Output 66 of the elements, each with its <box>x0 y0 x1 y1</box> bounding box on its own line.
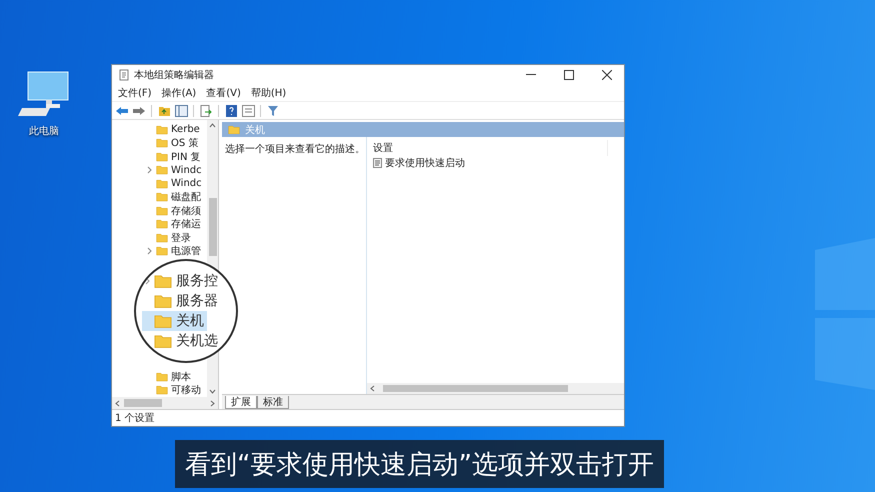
folder-icon <box>156 372 168 382</box>
folder-icon <box>156 232 168 243</box>
header-title: 关机 <box>245 124 265 136</box>
tree-item[interactable]: OS 策 <box>112 136 207 150</box>
folder-icon <box>156 178 168 189</box>
scrollbar-thumb[interactable] <box>124 399 162 407</box>
tree-item[interactable]: 电源管 <box>112 244 207 258</box>
tree-item[interactable]: 脚本 <box>112 370 207 384</box>
setting-item[interactable]: 要求使用快速启动 <box>367 156 624 169</box>
tree-item[interactable]: 登录 <box>112 231 207 244</box>
desktop-shortcut[interactable]: 此电脑 <box>8 70 80 138</box>
folder-icon <box>154 294 172 308</box>
tree-item[interactable]: 关机 <box>142 311 207 331</box>
tree-item[interactable]: 可移动 <box>112 384 207 397</box>
folder-icon <box>156 138 168 148</box>
menu-item[interactable]: 查看(V) <box>206 86 241 100</box>
scroll-right-icon[interactable] <box>210 400 215 406</box>
subtitle-caption: 看到“要求使用快速启动”选项并双击打开 <box>175 440 664 488</box>
folder-icon <box>156 152 168 162</box>
view-tab[interactable]: 标准 <box>257 396 289 409</box>
properties-icon[interactable] <box>241 104 255 118</box>
tree-item[interactable]: 关机选 <box>142 331 221 351</box>
window-title: 本地组策略编辑器 <box>134 68 215 82</box>
folder-icon <box>228 124 240 134</box>
tree-item[interactable]: 磁盘配 <box>112 190 207 204</box>
chevron-icon <box>147 247 152 256</box>
scroll-left-icon[interactable] <box>370 385 375 392</box>
scrollbar-thumb[interactable] <box>208 198 216 256</box>
tree-item[interactable]: Windc <box>112 177 207 190</box>
tree-item[interactable]: 存储运 <box>112 218 207 231</box>
help-icon[interactable] <box>224 104 238 118</box>
maximize-icon <box>564 70 574 80</box>
scroll-up-icon[interactable] <box>209 123 216 128</box>
filter-icon[interactable] <box>266 104 280 118</box>
menu-item[interactable]: 文件(F) <box>118 86 152 100</box>
folder-icon <box>154 334 172 348</box>
folder-icon <box>156 192 168 202</box>
column-header[interactable]: 设置 <box>367 140 608 156</box>
tree-item[interactable]: 服务器 <box>142 291 221 311</box>
minimize-icon <box>526 74 536 75</box>
folder-icon <box>154 274 172 288</box>
folder-icon <box>156 165 168 176</box>
tree-item[interactable]: 服务控 <box>142 271 221 291</box>
view-tab[interactable]: 扩展 <box>225 396 257 409</box>
policy-icon <box>373 158 382 168</box>
folder-icon <box>156 246 168 256</box>
export-icon[interactable] <box>199 104 213 118</box>
folder-icon <box>156 124 168 135</box>
tree-item[interactable]: PIN 复 <box>112 150 207 164</box>
folder-icon <box>154 314 172 328</box>
chevron-icon <box>147 166 152 174</box>
tree-item[interactable]: Kerbe <box>112 123 207 136</box>
app-icon <box>118 68 130 80</box>
scroll-left-icon[interactable] <box>115 400 120 406</box>
tree-item[interactable]: Windc <box>112 164 207 177</box>
folder-icon <box>156 206 168 216</box>
description-text: 选择一个项目来查看它的描述。 <box>224 142 366 157</box>
menu-item[interactable]: 帮助(H) <box>250 86 286 100</box>
tree-view-icon[interactable] <box>174 104 188 118</box>
close-icon <box>602 70 612 80</box>
tree-item[interactable]: 存储须 <box>112 204 207 218</box>
chevron-icon <box>145 277 150 285</box>
scrollbar-thumb[interactable] <box>383 385 568 392</box>
scroll-down-icon[interactable] <box>209 389 216 394</box>
folder-icon <box>156 219 168 230</box>
menu-item[interactable]: 操作(A) <box>162 86 196 100</box>
